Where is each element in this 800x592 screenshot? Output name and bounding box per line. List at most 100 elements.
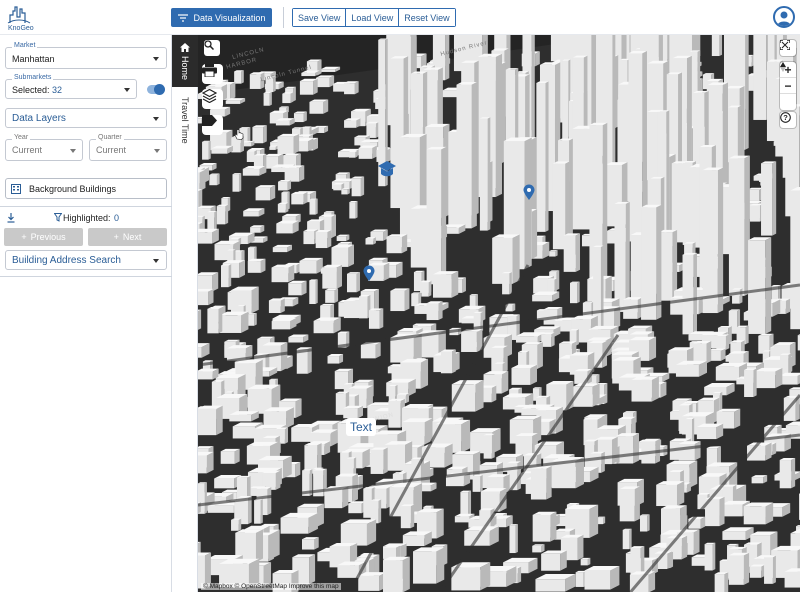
building xyxy=(247,258,266,273)
building xyxy=(346,272,361,293)
market-select[interactable]: Market Manhattan xyxy=(5,42,167,69)
building xyxy=(303,229,318,245)
building xyxy=(336,234,350,242)
quarter-label: Quarter xyxy=(96,134,124,141)
layers-button[interactable] xyxy=(202,89,223,109)
building xyxy=(299,78,318,95)
vertical-tabs: Home Travel Time xyxy=(172,35,198,592)
building xyxy=(714,572,729,592)
building xyxy=(242,140,255,147)
save-view-button[interactable]: Save View xyxy=(293,9,347,26)
school-marker-icon[interactable] xyxy=(376,160,398,180)
help-icon[interactable]: ? xyxy=(780,112,796,128)
building xyxy=(402,418,433,445)
svg-text:?: ? xyxy=(783,113,788,122)
map-view[interactable]: LINCOLN HARBOR Lincoln Tunnel Hudson Riv… xyxy=(198,35,800,592)
location-pin-icon[interactable] xyxy=(523,184,535,201)
building xyxy=(247,313,257,326)
location-pin-icon[interactable] xyxy=(363,265,375,282)
building xyxy=(288,334,309,343)
building xyxy=(291,191,308,205)
year-select[interactable]: Year Current xyxy=(5,134,83,161)
next-plus-icon: + xyxy=(113,232,119,242)
tab-travel-time-label: Travel Time xyxy=(180,97,190,144)
background-buildings-label: Background Buildings xyxy=(29,184,117,194)
building xyxy=(440,349,456,374)
building xyxy=(580,557,591,566)
hand-cursor-icon xyxy=(234,129,244,140)
quarter-select[interactable]: Quarter Current xyxy=(89,134,167,161)
tab-travel-time[interactable]: Travel Time xyxy=(172,91,198,151)
layers-icon xyxy=(202,89,217,103)
submarkets-select[interactable]: Submarkets Selected: 32 xyxy=(5,74,137,99)
building xyxy=(340,519,377,546)
next-button[interactable]: + Next xyxy=(88,228,167,246)
market-value: Manhattan xyxy=(12,54,55,64)
download-icon[interactable] xyxy=(7,213,15,223)
fullscreen-control[interactable] xyxy=(780,40,796,56)
building xyxy=(728,552,750,585)
compass-icon[interactable] xyxy=(780,62,796,110)
submarkets-toggle[interactable] xyxy=(147,84,165,95)
building xyxy=(483,433,495,459)
building xyxy=(386,234,408,254)
logo-text: KnoGeo xyxy=(8,25,34,32)
building xyxy=(277,133,300,154)
help-control[interactable]: ? xyxy=(780,112,796,128)
map-attribution[interactable]: © Mapbox © OpenStreetMap Improve this ma… xyxy=(201,583,341,590)
building xyxy=(584,566,620,590)
user-avatar-icon[interactable] xyxy=(773,6,795,28)
building xyxy=(198,272,219,292)
submarkets-chevron-down-icon xyxy=(124,88,130,92)
label-button[interactable] xyxy=(202,115,223,135)
building-icon xyxy=(11,184,21,194)
building xyxy=(732,288,743,304)
building xyxy=(702,167,724,314)
building xyxy=(293,111,307,123)
building xyxy=(242,165,266,176)
print-button[interactable] xyxy=(202,64,223,84)
building xyxy=(198,169,206,191)
tab-home[interactable]: Home xyxy=(172,35,198,87)
submarkets-selected-prefix: Selected: xyxy=(12,85,50,95)
load-view-button[interactable]: Load View xyxy=(346,9,400,26)
highlighted-label: Highlighted: xyxy=(63,213,111,223)
building-address-search-select[interactable]: Building Address Search xyxy=(5,250,167,270)
reset-view-button[interactable]: Reset View xyxy=(399,9,455,26)
previous-button[interactable]: + Previous xyxy=(4,228,83,246)
building xyxy=(322,264,343,289)
building xyxy=(268,298,285,314)
zoom-control: + − xyxy=(780,62,796,110)
market-label: Market xyxy=(12,42,38,49)
building xyxy=(754,367,783,389)
building xyxy=(343,405,363,419)
tab-home-label: Home xyxy=(180,56,190,81)
building xyxy=(271,264,295,283)
building xyxy=(631,376,659,402)
data-visualization-button[interactable]: Data Visualization xyxy=(171,8,272,27)
text-marker-label[interactable]: Text xyxy=(346,418,377,436)
building xyxy=(461,329,483,352)
building xyxy=(659,229,678,301)
building xyxy=(284,165,305,182)
data-layers-select[interactable]: Data Layers xyxy=(5,108,167,128)
map-search-button[interactable] xyxy=(204,40,220,56)
highlighted-row: Highlighted: 0 xyxy=(5,212,167,226)
building xyxy=(693,341,712,364)
print-icon xyxy=(202,64,217,77)
background-buildings-button[interactable]: Background Buildings xyxy=(5,178,167,199)
fullscreen-icon[interactable] xyxy=(780,40,796,56)
sidebar-divider-1 xyxy=(0,206,172,207)
building xyxy=(316,75,335,88)
building xyxy=(748,237,772,334)
building xyxy=(252,125,267,144)
building xyxy=(675,360,708,377)
building xyxy=(269,145,278,150)
knogeo-logo: KnoGeo xyxy=(4,3,34,33)
view-button-group: Save View Load View Reset View xyxy=(292,8,456,27)
building xyxy=(722,527,754,540)
zoom-out-icon[interactable]: − xyxy=(780,78,796,94)
3d-buildings-layer xyxy=(198,35,800,592)
building xyxy=(711,35,723,57)
building xyxy=(198,405,223,436)
